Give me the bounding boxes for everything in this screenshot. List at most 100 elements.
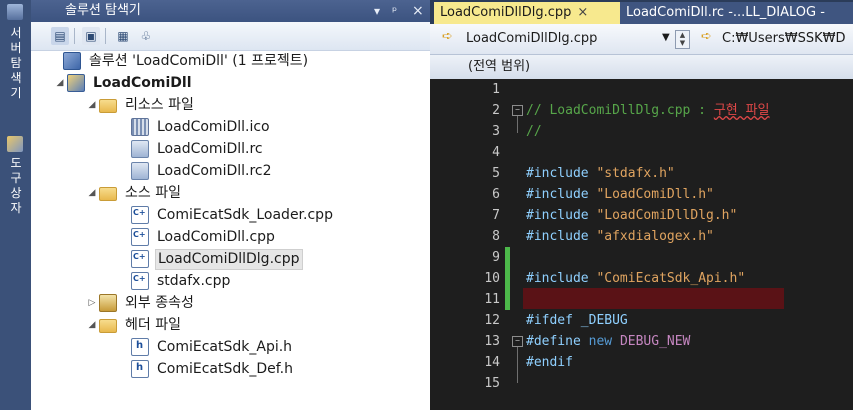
code-token: #ifdef _DEBUG [526, 313, 628, 328]
tree-item-solution[interactable]: 솔루션 'LoadComiDll' (1 프로젝트) [49, 50, 310, 72]
code-line[interactable]: #ifdef _DEBUG [526, 310, 628, 331]
code-token: // [526, 124, 542, 139]
line-number: 8 [492, 229, 500, 244]
solution-tree: 솔루션 'LoadComiDll' (1 프로젝트) ◢ LoadComiDll… [31, 50, 430, 410]
pin-icon[interactable]: ᵖ [392, 0, 397, 22]
collapse-icon[interactable]: − [512, 105, 523, 116]
dropdown-arrow-icon[interactable]: ▾ [374, 0, 380, 22]
tree-item-file[interactable]: LoadComiDll.ico [117, 116, 272, 138]
folder-icon [99, 187, 117, 201]
tree-item-label: LoadComiDll [93, 75, 192, 91]
toolbox-icon[interactable] [7, 136, 23, 152]
tree-item-file[interactable]: LoadComiDll.cpp [117, 226, 277, 248]
tree-item-file-selected[interactable]: LoadComiDllDlg.cpp [117, 248, 303, 270]
code-token: "afxdialogex.h" [596, 229, 714, 244]
code-token: "LoadComiDll.h" [596, 187, 714, 202]
line-number: 3 [492, 124, 500, 139]
code-token: "stdafx.h" [596, 166, 675, 181]
line-number: 1 [492, 82, 500, 97]
code-area[interactable]: − − 1 2// LoadComiDllDlg.cpp : 구현 파일 3//4 5… [430, 79, 853, 410]
show-all-files-icon[interactable]: ▣ [82, 27, 100, 45]
code-line[interactable]: #include "stdafx.h" [526, 163, 675, 184]
properties-icon[interactable]: ▤ [51, 27, 69, 45]
tree-item-label: LoadComiDll.cpp [157, 229, 275, 245]
expanded-triangle-icon[interactable]: ◢ [53, 72, 67, 94]
code-line[interactable]: // LoadComiDllDlg.cpp : 구현 파일 [526, 100, 770, 121]
tree-item-folder-headers[interactable]: ◢ 헤더 파일 [85, 314, 183, 336]
code-line[interactable]: #include "LoadComiDll.h" [526, 184, 714, 205]
nav-file-dropdown[interactable]: LoadComiDllDlg.cpp [466, 31, 597, 46]
fold-guide [517, 116, 518, 133]
nav-path-dropdown[interactable]: C:₩Users₩SSK₩D [722, 31, 845, 46]
close-icon[interactable]: × [577, 5, 588, 20]
header-file-icon [131, 338, 149, 356]
code-token: // LoadComiDllDlg.cpp : [526, 103, 714, 118]
tree-item-file[interactable]: ComiEcatSdk_Api.h [117, 336, 294, 358]
tab-loadcomidlldlg-cpp[interactable]: LoadComiDllDlg.cpp × [434, 2, 628, 24]
solution-icon [63, 52, 81, 70]
project-icon [67, 74, 85, 92]
code-line[interactable]: #endif [526, 352, 573, 373]
line-number: 2 [492, 103, 500, 118]
tab-label: LoadComiDll.rc -...LL_DIALOG - [626, 5, 825, 20]
tab-label: LoadComiDllDlg.cpp [440, 5, 572, 20]
code-token: #include [526, 187, 597, 202]
code-token: new [588, 334, 620, 349]
code-line[interactable]: #include "ComiEcatSdk_Api.h" [526, 268, 745, 289]
explorer-title-bar: 솔루션 탐색기 ▾ ᵖ × [31, 0, 430, 22]
code-token: #include [526, 229, 597, 244]
tree-item-label: 소스 파일 [125, 185, 181, 201]
server-explorer-tab[interactable]: 서버 탐색기 [6, 26, 26, 122]
close-icon[interactable]: × [412, 0, 424, 22]
tree-item-file[interactable]: stdafx.cpp [117, 270, 232, 292]
rc-file-icon [131, 162, 149, 180]
line-number: 4 [492, 145, 500, 160]
tree-item-label: 솔루션 'LoadComiDll' (1 프로젝트) [89, 53, 309, 69]
refresh-icon[interactable]: ▦ [114, 27, 132, 45]
tree-item-label: 리소스 파일 [125, 97, 194, 113]
code-token: #define [526, 334, 589, 349]
tree-item-folder-resources[interactable]: ◢ 리소스 파일 [85, 94, 196, 116]
external-deps-icon [99, 294, 117, 312]
fold-guide [517, 347, 518, 383]
tree-item-label: ComiEcatSdk_Loader.cpp [157, 207, 333, 223]
toolbox-tab[interactable]: 도구 상자 [6, 156, 26, 236]
tree-item-file[interactable]: LoadComiDll.rc2 [117, 160, 274, 182]
tree-item-file[interactable]: ComiEcatSdk_Loader.cpp [117, 204, 335, 226]
class-view-icon[interactable]: ♧ [137, 27, 155, 45]
tree-item-project[interactable]: ◢ LoadComiDll [53, 72, 194, 94]
chevron-down-icon[interactable]: ▼ [662, 32, 670, 43]
cpp-file-icon [131, 272, 149, 290]
code-line[interactable]: #include "LoadComiDllDlg.h" [526, 205, 737, 226]
line-number: 14 [484, 355, 500, 370]
code-token: #endif [526, 355, 573, 370]
code-line[interactable]: #define new DEBUG_NEW [526, 331, 690, 352]
code-token: 구현 파일 [713, 103, 770, 118]
tree-item-file[interactable]: LoadComiDll.rc [117, 138, 265, 160]
code-line[interactable]: #include "afxdialogex.h" [526, 226, 714, 247]
cpp-file-icon [131, 206, 149, 224]
expanded-triangle-icon[interactable]: ◢ [85, 182, 99, 204]
current-line-highlight [523, 288, 784, 309]
tree-item-label: 헤더 파일 [125, 317, 181, 333]
collapsed-triangle-icon[interactable]: ▷ [85, 292, 99, 314]
expanded-triangle-icon[interactable]: ◢ [85, 94, 99, 116]
tree-item-folder-sources[interactable]: ◢ 소스 파일 [85, 182, 183, 204]
spinner-icon[interactable]: ▲ ▼ [675, 30, 690, 49]
collapse-icon[interactable]: − [512, 336, 523, 347]
code-line[interactable]: // [526, 121, 542, 142]
code-token: "ComiEcatSdk_Api.h" [596, 271, 746, 286]
tree-item-external-deps[interactable]: ▷ 외부 종속성 [85, 292, 196, 314]
scope-label: (전역 범위) [468, 59, 531, 74]
tree-item-label: ComiEcatSdk_Def.h [157, 361, 293, 377]
explorer-toolbar: ▤ ▣ ▦ ♧ [31, 22, 430, 51]
tree-item-label: LoadComiDll.ico [157, 119, 270, 135]
tree-item-file[interactable]: ComiEcatSdk_Def.h [117, 358, 295, 380]
cpp-file-icon [131, 228, 149, 246]
toolbar-separator [74, 28, 75, 44]
rc-file-icon [131, 140, 149, 158]
server-explorer-icon[interactable] [7, 4, 23, 20]
scope-bar[interactable]: (전역 범위) [430, 55, 853, 79]
tab-loadcomidll-rc[interactable]: LoadComiDll.rc -...LL_DIALOG - [620, 2, 853, 24]
expanded-triangle-icon[interactable]: ◢ [85, 314, 99, 336]
